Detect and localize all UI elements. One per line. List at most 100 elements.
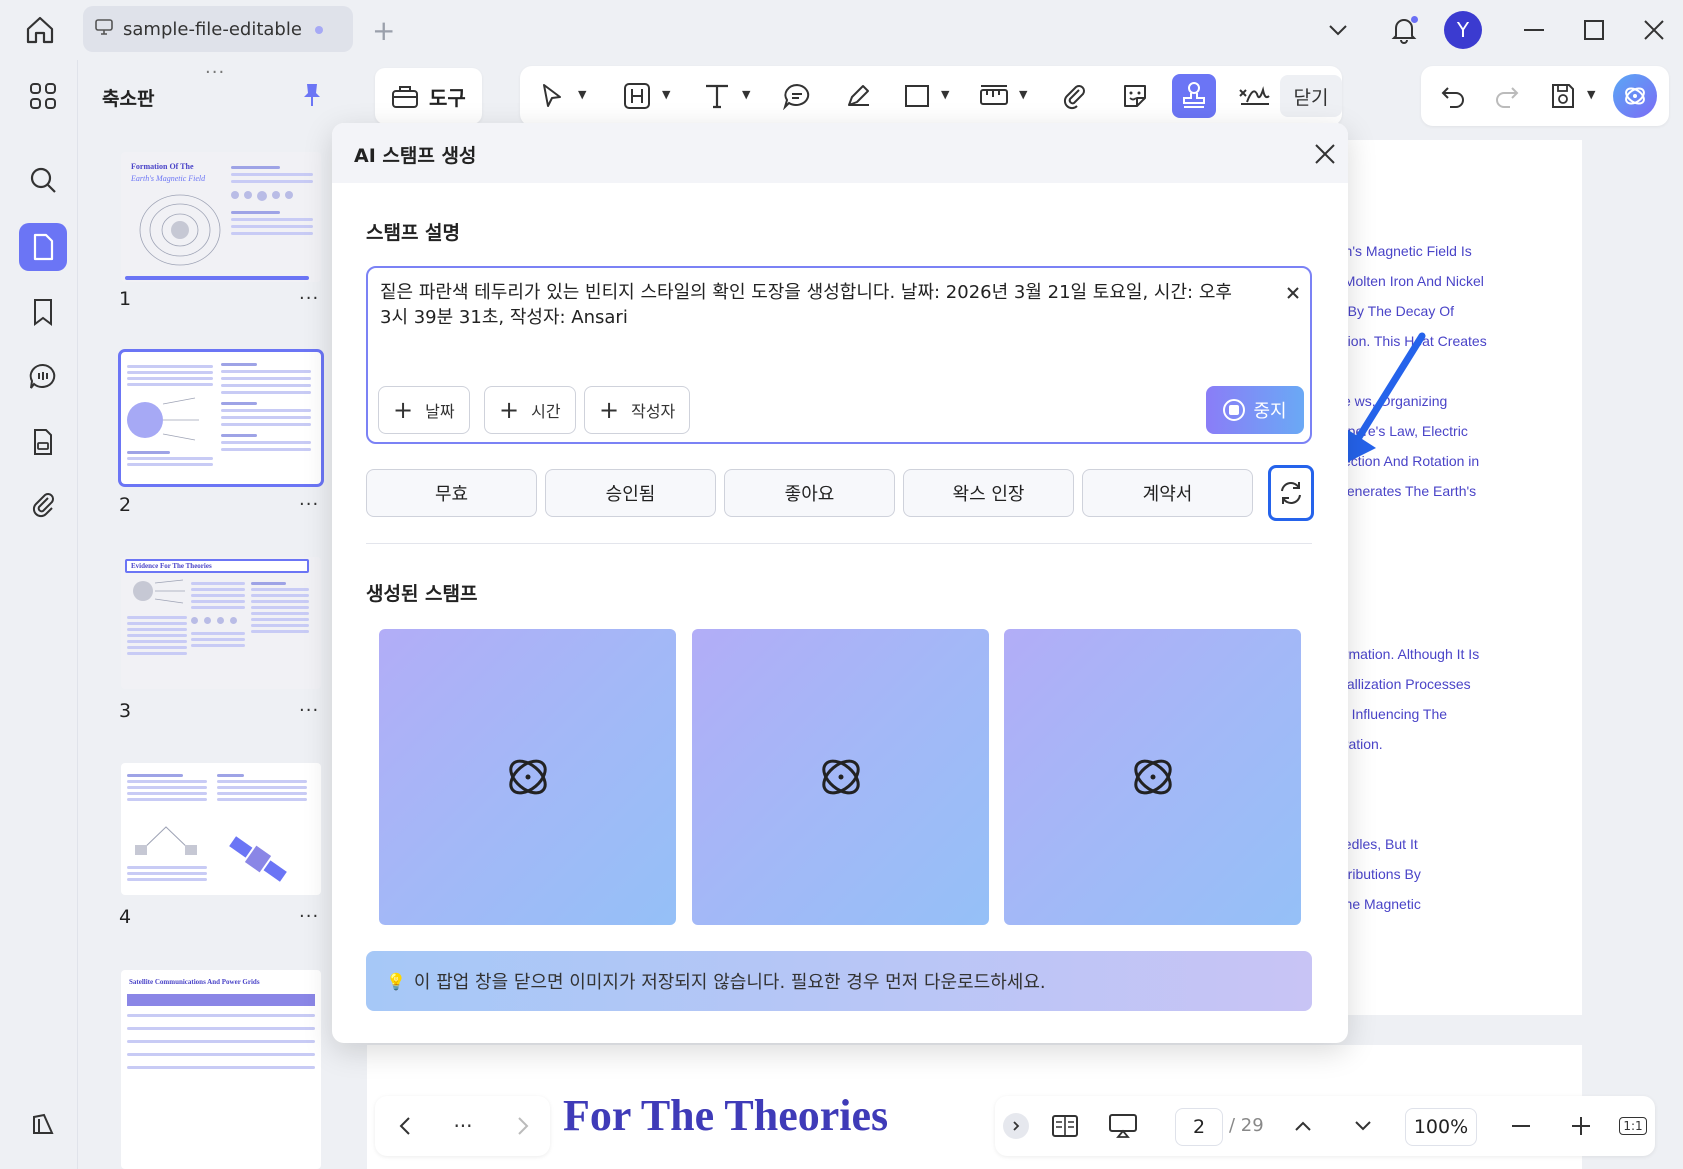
ai-stamp-dialog: AI 스탬프 생성 스탬프 설명 짙은 파란색 테두리가 있는 빈티지 스타일의… (332, 123, 1348, 1043)
thumbnail-page-number: 2 (119, 494, 132, 516)
thumbnail-heading: Evidence For The Theories (125, 559, 309, 573)
preset-void[interactable]: 무효 (366, 469, 537, 517)
generated-stamp-1[interactable] (379, 629, 676, 925)
home-icon[interactable] (22, 12, 58, 48)
text-icon[interactable] (695, 74, 739, 118)
dialog-title: AI 스탬프 생성 (354, 145, 477, 167)
new-tab-plus-icon[interactable]: + (372, 14, 395, 47)
chevron-down-icon[interactable]: ▼ (578, 88, 586, 101)
tools-button[interactable]: 도구 (375, 68, 482, 124)
previous-icon[interactable] (389, 1110, 421, 1142)
add-author-button[interactable]: + 작성자 (584, 386, 691, 434)
zoom-level[interactable]: 100% (1405, 1108, 1477, 1146)
thumbnail-more-button[interactable]: ··· (299, 288, 319, 309)
chevron-down-icon[interactable]: ▼ (1587, 88, 1595, 101)
next-icon[interactable] (507, 1110, 539, 1142)
document-text-line: stallization Processes (1336, 676, 1471, 692)
comments-icon[interactable] (19, 352, 67, 400)
ai-assistant-icon[interactable] (1613, 74, 1657, 118)
add-date-button[interactable]: + 날짜 (378, 386, 470, 434)
page-thumbnail-1[interactable]: Formation Of The Earth's Magnetic Field (121, 152, 321, 282)
page-down-icon[interactable] (1347, 1110, 1379, 1142)
thumbnail-more-button[interactable]: ··· (299, 906, 319, 927)
chevron-down-icon[interactable]: ▼ (742, 88, 750, 101)
expand-chevron-icon[interactable] (1003, 1113, 1029, 1139)
select-arrow-icon[interactable] (530, 74, 574, 118)
preset-like[interactable]: 좋아요 (724, 469, 895, 517)
close-window-icon[interactable] (1634, 10, 1674, 50)
save-icon[interactable] (1541, 74, 1585, 118)
preset-contract[interactable]: 계약서 (1082, 469, 1253, 517)
thumbnail-more-button[interactable]: ··· (299, 700, 319, 721)
generated-stamp-2[interactable] (692, 629, 989, 925)
tabs-dropdown-chevron-icon[interactable] (1318, 10, 1358, 50)
search-icon[interactable] (19, 156, 67, 204)
page-thumbnail-3[interactable]: Evidence For The Theories (121, 557, 321, 689)
thumbnail-page-number: 1 (119, 288, 132, 310)
measure-icon[interactable] (972, 74, 1016, 118)
page-thumbnail-5[interactable]: Satellite Communications And Power Grids (121, 970, 321, 1169)
bell-icon[interactable] (1384, 10, 1424, 50)
add-time-button[interactable]: + 시간 (484, 386, 576, 434)
stop-button[interactable]: 중지 (1206, 386, 1304, 434)
comment-bubble-icon[interactable] (775, 74, 819, 118)
bookmark-icon[interactable] (19, 288, 67, 336)
document-text-line: ormation. Although It Is (1336, 646, 1480, 662)
document-text-line: ntributions By (1336, 866, 1421, 882)
stamp-icon[interactable] (1172, 74, 1216, 118)
attachment-icon[interactable] (19, 480, 67, 528)
thumbnail-heading: Satellite Communications And Power Grids (129, 978, 260, 986)
undo-icon[interactable] (1431, 74, 1475, 118)
sticker-icon[interactable] (1113, 74, 1157, 118)
pages-icon[interactable] (19, 223, 67, 271)
clear-input-icon[interactable] (1282, 282, 1304, 304)
page-layout-icon[interactable] (1049, 1110, 1081, 1142)
thumbnail-subheading: Earth's Magnetic Field (131, 174, 206, 183)
stamp-description-input[interactable]: 짙은 파란색 테두리가 있는 빈티지 스타일의 확인 도장을 생성합니다. 날짜… (366, 266, 1312, 444)
theme-icon[interactable] (19, 1100, 67, 1148)
apps-grid-icon[interactable] (19, 72, 67, 120)
presentation-icon[interactable] (1107, 1110, 1139, 1142)
pen-icon[interactable] (836, 74, 880, 118)
refresh-presets-button[interactable] (1268, 465, 1314, 521)
add-author-label: 작성자 (631, 402, 676, 421)
chevron-down-icon[interactable]: ▼ (1019, 88, 1027, 101)
pin-icon[interactable] (301, 82, 323, 112)
chevron-down-icon[interactable]: ▼ (662, 88, 670, 101)
form-fields-icon[interactable] (19, 418, 67, 466)
more-pages-button[interactable]: ··· (447, 1110, 479, 1142)
toolbox-icon (392, 86, 418, 108)
monitor-icon (95, 19, 113, 39)
refresh-icon (1281, 482, 1301, 504)
heading-icon[interactable] (615, 74, 659, 118)
history-tool-group: ▼ (1421, 66, 1669, 126)
page-thumbnail-4[interactable] (121, 763, 321, 895)
panel-drag-handle[interactable]: ··· (205, 62, 225, 83)
minimize-icon[interactable] (1514, 10, 1554, 50)
actual-size-button[interactable]: 1:1 (1619, 1110, 1647, 1142)
thumbnail-more-button[interactable]: ··· (299, 494, 319, 515)
thumbnail-panel: ··· 축소판 Formation Of The Earth's Magneti… (79, 60, 335, 1169)
page-thumbnail-2[interactable] (118, 349, 324, 487)
generated-stamp-3[interactable] (1004, 629, 1301, 925)
rectangle-icon[interactable] (895, 74, 939, 118)
chevron-down-icon[interactable]: ▼ (941, 88, 949, 101)
document-tab[interactable]: sample-file-editable (83, 6, 353, 52)
close-icon[interactable] (1310, 139, 1340, 169)
redo-icon[interactable] (1485, 74, 1529, 118)
zoom-out-icon[interactable] (1505, 1110, 1537, 1142)
preset-wax-seal[interactable]: 왁스 인장 (903, 469, 1074, 517)
title-bar: sample-file-editable + Y (0, 0, 1683, 60)
page-up-icon[interactable] (1287, 1110, 1319, 1142)
avatar[interactable]: Y (1444, 11, 1482, 49)
close-tools-button[interactable]: 닫기 (1280, 75, 1342, 117)
signature-icon[interactable] (1232, 74, 1276, 118)
maximize-icon[interactable] (1574, 10, 1614, 50)
total-pages: / 29 (1229, 1115, 1264, 1136)
zoom-in-icon[interactable] (1565, 1110, 1597, 1142)
attach-clip-icon[interactable] (1052, 74, 1096, 118)
preset-approved[interactable]: 승인됨 (545, 469, 716, 517)
plus-icon: + (499, 396, 520, 424)
stamp-description-text[interactable]: 짙은 파란색 테두리가 있는 빈티지 스타일의 확인 도장을 생성합니다. 날짜… (380, 280, 1240, 330)
current-page-input[interactable]: 2 (1175, 1108, 1223, 1146)
